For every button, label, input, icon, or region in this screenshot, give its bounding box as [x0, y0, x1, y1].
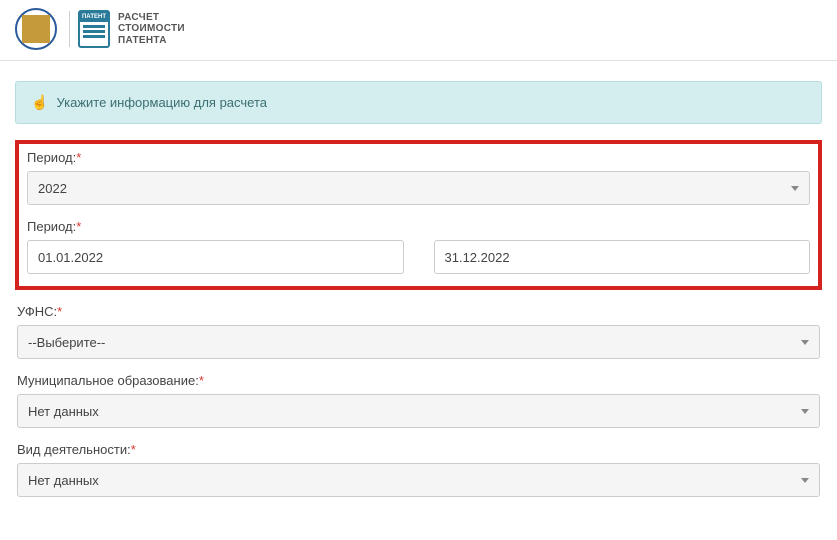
ufns-select[interactable]: --Выберите-- [17, 325, 820, 359]
period-range-label: Период: [27, 219, 76, 234]
highlighted-period-section: Период:* 2022 Период:* [15, 140, 822, 290]
eagle-icon [22, 15, 50, 43]
period-range-group: Период:* [27, 219, 810, 274]
app-header: ПАТЕНТ РАСЧЕТ СТОИМОСТИ ПАТЕНТА [0, 0, 837, 61]
ufns-value: --Выберите-- [28, 335, 105, 350]
patent-icon: ПАТЕНТ [78, 10, 110, 48]
header-divider [69, 11, 70, 47]
title-line-2: СТОИМОСТИ [118, 23, 185, 35]
activity-group: Вид деятельности:* Нет данных [15, 442, 822, 497]
required-marker: * [76, 150, 81, 165]
ufns-label: УФНС: [17, 304, 57, 319]
period-year-value: 2022 [38, 181, 67, 196]
period-end-input[interactable] [434, 240, 811, 274]
chevron-down-icon [801, 340, 809, 345]
hand-point-icon: ☝ [31, 94, 48, 111]
info-text: Укажите информацию для расчета [56, 95, 267, 110]
period-year-label: Период: [27, 150, 76, 165]
required-marker: * [76, 219, 81, 234]
state-emblem-icon [15, 8, 57, 50]
title-line-3: ПАТЕНТА [118, 35, 185, 47]
title-line-1: РАСЧЕТ [118, 12, 185, 24]
activity-select[interactable]: Нет данных [17, 463, 820, 497]
municipality-label: Муниципальное образование: [17, 373, 199, 388]
municipality-value: Нет данных [28, 404, 99, 419]
period-year-group: Период:* 2022 [27, 150, 810, 205]
required-marker: * [57, 304, 62, 319]
activity-value: Нет данных [28, 473, 99, 488]
required-marker: * [131, 442, 136, 457]
ufns-group: УФНС:* --Выберите-- [15, 304, 822, 359]
form-content: ☝ Укажите информацию для расчета Период:… [0, 61, 837, 497]
chevron-down-icon [801, 409, 809, 414]
municipality-select[interactable]: Нет данных [17, 394, 820, 428]
municipality-group: Муниципальное образование:* Нет данных [15, 373, 822, 428]
patent-badge-label: ПАТЕНТ [80, 12, 108, 22]
chevron-down-icon [801, 478, 809, 483]
info-banner: ☝ Укажите информацию для расчета [15, 81, 822, 124]
period-start-input[interactable] [27, 240, 404, 274]
app-title: РАСЧЕТ СТОИМОСТИ ПАТЕНТА [118, 12, 185, 47]
chevron-down-icon [791, 186, 799, 191]
period-year-select[interactable]: 2022 [27, 171, 810, 205]
required-marker: * [199, 373, 204, 388]
activity-label: Вид деятельности: [17, 442, 131, 457]
